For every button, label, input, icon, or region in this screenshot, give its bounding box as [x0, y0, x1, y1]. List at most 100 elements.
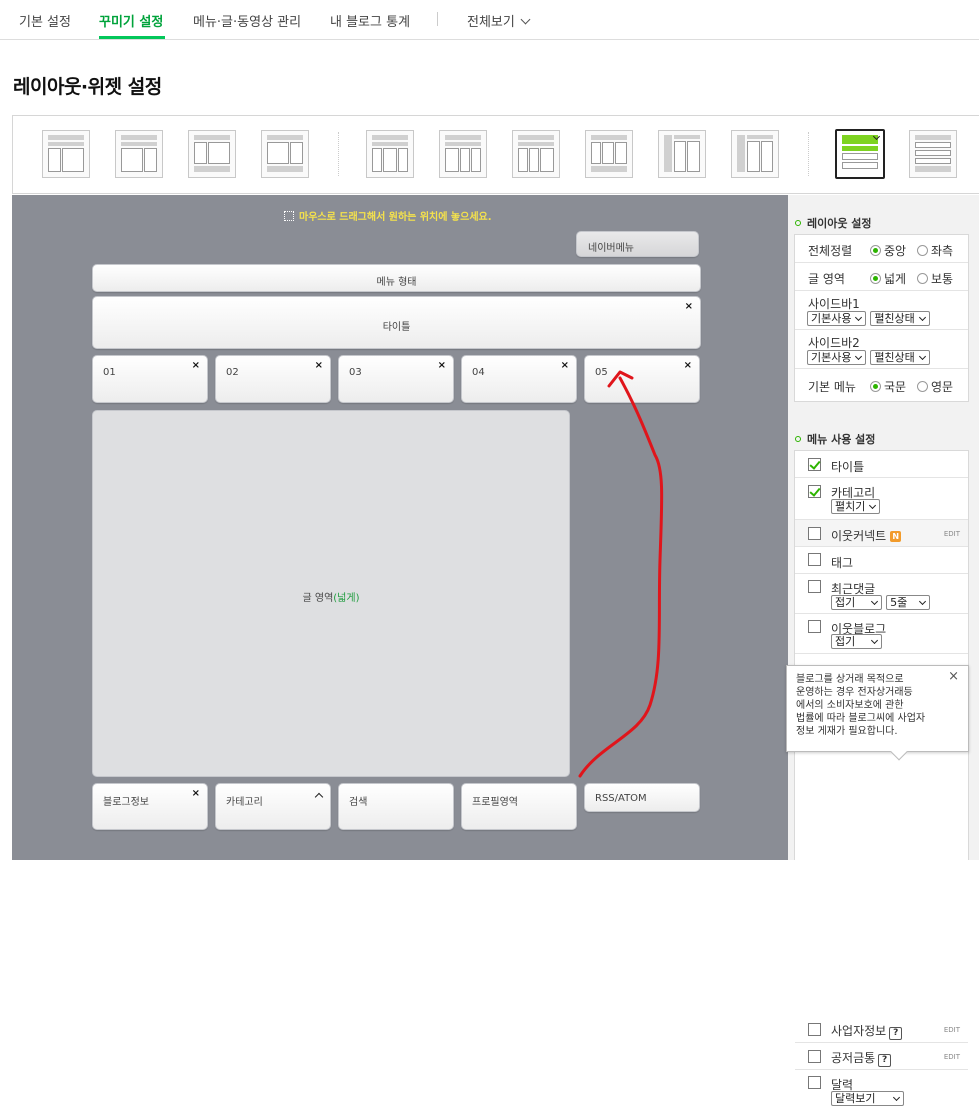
radio-icon[interactable] [917, 381, 928, 392]
align-center-label: 중앙 [884, 244, 907, 258]
checkbox-neighbor-blogs[interactable] [808, 620, 821, 633]
layout-option-7[interactable] [512, 130, 560, 178]
checkbox-tag[interactable] [808, 553, 821, 566]
layout-settings-heading-text: 레이아웃 설정 [807, 217, 872, 230]
tooltip-line: 블로그를 상거래 목적으로 [796, 674, 904, 685]
neighbor-blogs-mode-select[interactable]: 접기 [831, 634, 883, 649]
tab-design-settings[interactable]: 꾸미기 설정 [99, 11, 163, 30]
layout-option-2[interactable] [115, 130, 163, 178]
edit-link[interactable]: EDIT [944, 530, 960, 538]
menu-item-tag: 태그 [795, 547, 968, 574]
menu-item-label: 태그 [831, 556, 854, 570]
layout-option-8[interactable] [585, 130, 633, 178]
menu-settings-panel: 타이틀 카테고리 펼치기 이웃커넥트 N EDIT 태그 최근댓글 접기 5줄 이… [794, 450, 969, 1106]
close-icon[interactable]: × [561, 360, 569, 371]
layout-option-9[interactable] [658, 130, 706, 178]
slot-label: 02 [226, 367, 239, 378]
search-widget[interactable]: 검색 [338, 783, 454, 830]
slot-widget-02[interactable]: 02 × [215, 355, 331, 403]
layout-option-11-selected[interactable] [835, 129, 885, 179]
help-icon[interactable]: ? [889, 1027, 903, 1040]
radio-icon[interactable] [917, 245, 928, 256]
slot-widget-03[interactable]: 03 × [338, 355, 454, 403]
title-widget[interactable]: 타이틀 × [92, 296, 701, 349]
radio-icon[interactable] [870, 381, 881, 392]
radio-icon[interactable] [870, 273, 881, 284]
sidebar1-use-select[interactable]: 기본사용 [807, 311, 867, 326]
close-icon[interactable]: × [315, 360, 323, 371]
radio-icon[interactable] [870, 245, 881, 256]
sidebar2-use-select[interactable]: 기본사용 [807, 350, 867, 365]
radio-icon[interactable] [917, 273, 928, 284]
menu-item-label: 공저금통 [831, 1051, 876, 1065]
menu-item-label: 이웃커넥트 [831, 529, 887, 543]
sidebar2-state-select[interactable]: 펼친상태 [870, 350, 930, 365]
close-icon[interactable]: × [684, 360, 692, 371]
naver-menu-widget[interactable]: 네이버메뉴 [576, 231, 699, 257]
menu-style-widget[interactable]: 메뉴 형태 [92, 264, 701, 292]
content-wide-option[interactable]: 넓게 [870, 270, 906, 287]
drag-cursor-icon [284, 211, 294, 221]
menu-item-calendar: 달력 달력보기 [795, 1070, 968, 1112]
help-icon[interactable]: ? [878, 1054, 892, 1067]
bullet-icon [795, 220, 801, 226]
recent-comments-selects: 접기 5줄 [831, 595, 931, 610]
layout-option-1[interactable] [42, 130, 90, 178]
layout-divider [338, 132, 339, 176]
recent-comments-lines-select[interactable]: 5줄 [886, 595, 931, 610]
layout-option-3[interactable] [188, 130, 236, 178]
close-icon[interactable]: × [438, 360, 446, 371]
content-width-label: 글 영역 [808, 272, 845, 286]
chevron-up-icon[interactable] [314, 792, 324, 802]
checkbox-neighbor-connect[interactable] [808, 527, 821, 540]
slot-widget-05[interactable]: 05 × [584, 355, 700, 403]
layout-option-6[interactable] [439, 130, 487, 178]
close-icon[interactable]: × [192, 788, 200, 799]
widget-label: 검색 [349, 797, 368, 808]
tab-basic-settings[interactable]: 기본 설정 [19, 11, 71, 30]
menu-style-label: 메뉴 형태 [376, 277, 417, 288]
layout-option-4[interactable] [261, 130, 309, 178]
recent-comments-mode-select[interactable]: 접기 [831, 595, 883, 610]
tab-content-management[interactable]: 메뉴·글·동영상 관리 [193, 11, 301, 30]
edit-link[interactable]: EDIT [944, 1053, 960, 1061]
menu-item-recent-comments: 최근댓글 접기 5줄 [795, 574, 968, 614]
align-center-option[interactable]: 중앙 [870, 242, 906, 259]
sidebar1-state-select[interactable]: 펼친상태 [870, 311, 930, 326]
content-normal-option[interactable]: 보통 [917, 270, 953, 287]
checkbox-title[interactable] [808, 458, 821, 471]
close-icon[interactable]: × [685, 301, 693, 312]
category-mode-select[interactable]: 펼치기 [831, 499, 881, 514]
close-icon[interactable]: × [948, 670, 959, 683]
tab-blog-statistics[interactable]: 내 블로그 통계 [330, 11, 410, 30]
checkbox-business-info[interactable] [808, 1023, 821, 1036]
layout-option-5[interactable] [366, 130, 414, 178]
slot-label: 05 [595, 367, 608, 378]
rss-widget[interactable]: RSS/ATOM [584, 783, 700, 812]
checkbox-calendar[interactable] [808, 1076, 821, 1089]
layout-settings-heading: 레이아웃 설정 [795, 215, 872, 231]
category-widget[interactable]: 카테고리 [215, 783, 331, 830]
english-option[interactable]: 영문 [917, 378, 953, 395]
checkbox-coin-bank[interactable] [808, 1050, 821, 1063]
slot-widget-01[interactable]: 01 × [92, 355, 208, 403]
align-left-option[interactable]: 좌측 [917, 242, 953, 259]
checkbox-recent-comments[interactable] [808, 580, 821, 593]
close-icon[interactable]: × [192, 360, 200, 371]
view-all-dropdown[interactable]: 전체보기 [467, 11, 531, 30]
blog-info-widget[interactable]: 블로그정보 × [92, 783, 208, 830]
calendar-mode-select[interactable]: 달력보기 [831, 1091, 905, 1106]
slot-widget-04[interactable]: 04 × [461, 355, 577, 403]
menu-item-neighbor-connect: 이웃커넥트 N EDIT [795, 520, 968, 547]
neighbor-blogs-select-wrap: 접기 [831, 634, 883, 649]
layout-option-10[interactable] [731, 130, 779, 178]
korean-option[interactable]: 국문 [870, 378, 906, 395]
content-area[interactable]: 글 영역(넓게) [92, 410, 570, 777]
business-info-label-wrap: 사업자정보? [831, 1022, 903, 1040]
profile-widget[interactable]: 프로필영역 [461, 783, 577, 830]
checkbox-category[interactable] [808, 485, 821, 498]
widget-label: 카테고리 [226, 797, 263, 808]
layout-option-12[interactable] [909, 130, 957, 178]
edit-link[interactable]: EDIT [944, 1026, 960, 1034]
tooltip-line: 운영하는 경우 전자상거래등 [796, 687, 913, 698]
